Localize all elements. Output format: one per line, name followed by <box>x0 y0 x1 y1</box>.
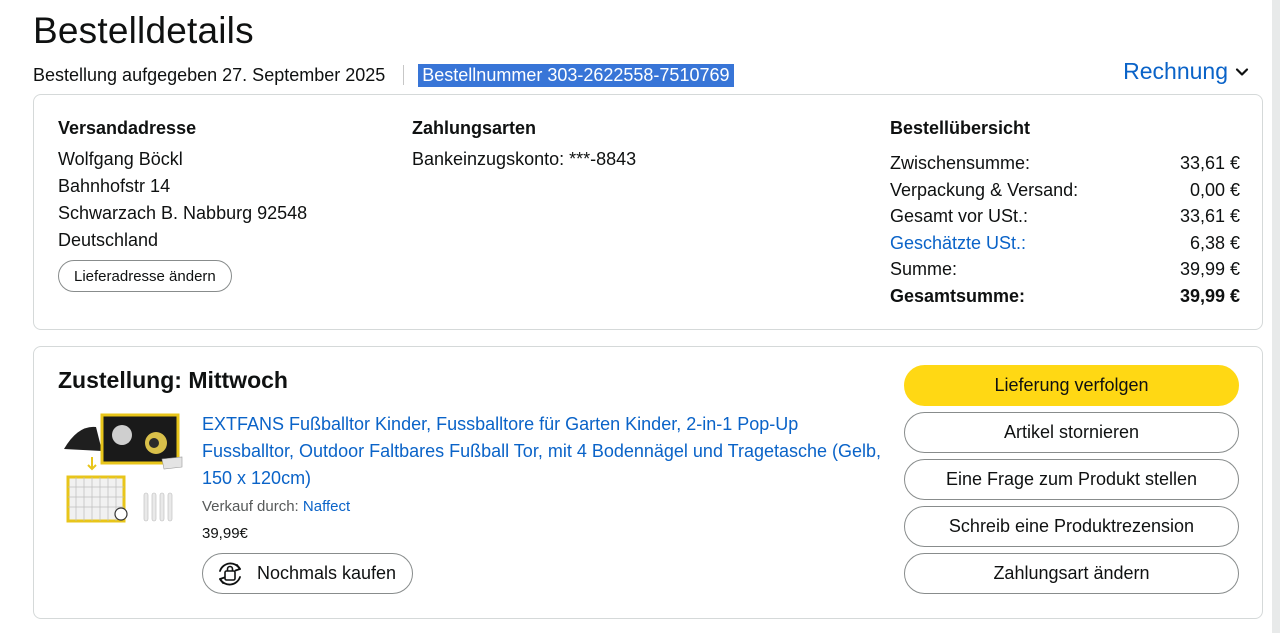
write-review-button[interactable]: Schreib eine Produktrezension <box>904 506 1239 547</box>
shipment-card: Zustellung: Mittwoch EXTFANS Fußballtor … <box>33 346 1263 619</box>
meta-divider <box>403 65 405 85</box>
address-line: Bahnhofstr 14 <box>58 176 171 196</box>
invoice-dropdown[interactable]: Rechnung <box>1123 58 1250 85</box>
summary-label: Verpackung & Versand: <box>890 179 1079 200</box>
invoice-label: Rechnung <box>1123 58 1228 84</box>
estimated-tax-link[interactable]: Geschätzte USt.: <box>890 230 1026 257</box>
buy-again-icon <box>219 562 241 585</box>
summary-label: Summe: <box>890 259 958 280</box>
chevron-down-icon <box>1235 67 1249 76</box>
ask-question-button[interactable]: Eine Frage zum Produkt stellen <box>904 459 1239 500</box>
seller-prefix: Verkauf durch: <box>202 498 299 515</box>
ball-shape <box>114 507 128 521</box>
grand-total-value: 39,99 € <box>1179 285 1240 306</box>
payment-heading: Zahlungsarten <box>412 118 537 138</box>
summary-row: Gesamt vor USt.: 33,61 € <box>890 203 1240 230</box>
shipping-heading: Versandadresse <box>58 118 197 138</box>
order-number[interactable]: Bestellnummer 303-2622558-7510769 <box>418 63 734 87</box>
seller-info: Verkauf durch: Naffect <box>202 498 350 515</box>
summary-label: Zwischensumme: <box>890 153 1031 173</box>
product-image[interactable] <box>58 413 184 533</box>
product-title-link[interactable]: EXTFANS Fußballtor Kinder, Fussballtore … <box>202 411 882 492</box>
change-address-button[interactable]: Lieferadresse ändern <box>58 260 232 292</box>
address-line: Wolfgang Böckl <box>58 149 183 169</box>
summary-list: Zwischensumme: 33,61 € Verpackung & Vers… <box>890 150 1240 310</box>
order-summary-section: Bestellübersicht Zwischensumme: 33,61 € … <box>890 115 1240 310</box>
buy-again-button[interactable]: Nochmals kaufen <box>202 553 414 594</box>
summary-row: Summe: 39,99 € <box>890 256 1240 283</box>
change-payment-button[interactable]: Zahlungsart ändern <box>904 553 1239 594</box>
product-price: 39,99€ <box>202 525 248 542</box>
summary-heading: Bestellübersicht <box>890 118 1031 138</box>
summary-value: 33,61 € <box>1179 153 1240 173</box>
cancel-items-button[interactable]: Artikel stornieren <box>904 412 1239 453</box>
shipment-actions: Lieferung verfolgen Artikel stornieren E… <box>904 365 1239 594</box>
order-info-card: Versandadresse Wolfgang Böckl Bahnhofstr… <box>33 94 1263 330</box>
order-meta: Bestellung aufgegeben 27. September 2025… <box>33 63 734 87</box>
summary-row: Verpackung & Versand: 0,00 € <box>890 177 1240 204</box>
shipping-address-section: Versandadresse Wolfgang Böckl Bahnhofstr… <box>58 115 307 292</box>
summary-value: 0,00 € <box>1189 179 1240 200</box>
page-title: Bestelldetails <box>33 10 254 51</box>
grand-total-row: Gesamtsumme: 39,99 € <box>890 283 1240 310</box>
summary-value: 33,61 € <box>1179 206 1240 227</box>
page-edge <box>1272 0 1280 633</box>
buy-again-label: Nochmals kaufen <box>257 563 397 583</box>
summary-row: Zwischensumme: 33,61 € <box>890 150 1240 177</box>
seller-link[interactable]: Naffect <box>303 498 350 515</box>
delivery-heading: Zustellung: Mittwoch <box>58 367 288 393</box>
address-line: Deutschland <box>58 230 159 250</box>
summary-row: Geschätzte USt.: 6,38 € <box>890 230 1240 257</box>
order-date: Bestellung aufgegeben 27. September 2025 <box>33 64 386 85</box>
summary-label: Gesamt vor USt.: <box>890 206 1029 227</box>
summary-value: 6,38 € <box>1189 232 1240 253</box>
payment-method: Bankeinzugskonto: ***-8843 <box>412 149 637 169</box>
address-line: Schwarzach B. Nabburg 92548 <box>58 203 308 223</box>
payment-section: Zahlungsarten Bankeinzugskonto: ***-8843 <box>412 115 636 173</box>
track-package-button[interactable]: Lieferung verfolgen <box>904 365 1239 406</box>
grand-total-label: Gesamtsumme: <box>890 285 1026 306</box>
target-hole <box>112 425 132 445</box>
summary-value: 39,99 € <box>1179 259 1240 280</box>
